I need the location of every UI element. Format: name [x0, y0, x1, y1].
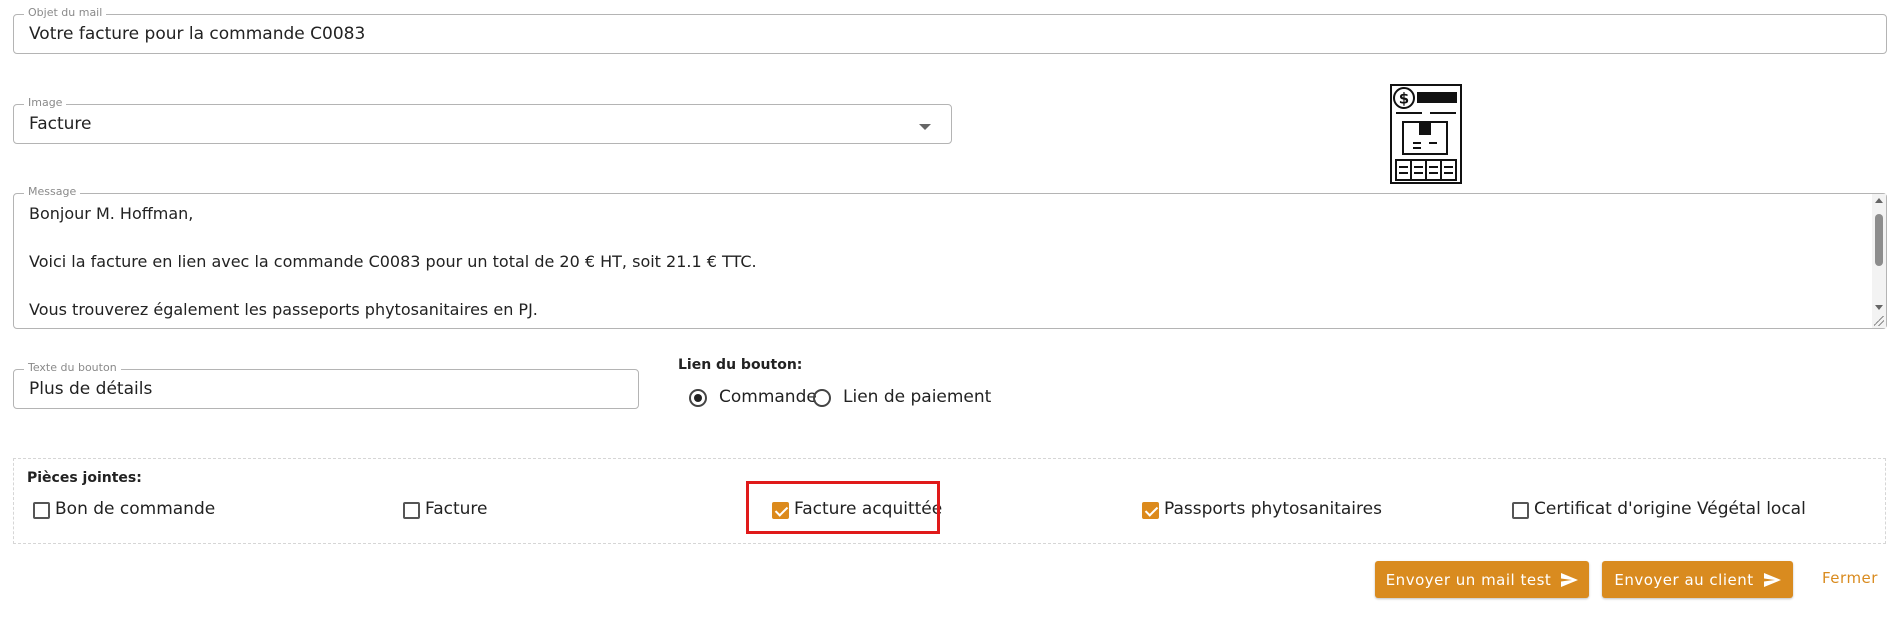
resize-handle-icon[interactable] — [1874, 316, 1884, 326]
message-line-1: Bonjour M. Hoffman, — [29, 204, 194, 223]
checkbox-certificat-origine-label[interactable]: Certificat d'origine Végétal local — [1534, 499, 1806, 519]
checkbox-facture-label[interactable]: Facture — [425, 499, 488, 519]
highlight-box — [746, 481, 940, 534]
send-test-button[interactable]: Envoyer un mail test — [1375, 561, 1589, 598]
send-test-label: Envoyer un mail test — [1385, 570, 1552, 589]
message-line-3: Voici la facture en lien avec la command… — [29, 252, 757, 271]
checkbox-certificat-origine[interactable] — [1512, 502, 1529, 519]
scroll-up-icon[interactable] — [1875, 198, 1883, 203]
radio-lien-paiement[interactable] — [813, 389, 831, 407]
message-label: Message — [24, 185, 81, 199]
send-icon — [1561, 572, 1579, 587]
image-value: Facture — [29, 114, 92, 134]
svg-text:$: $ — [1399, 90, 1409, 108]
radio-commande-label[interactable]: Commande — [719, 387, 817, 407]
checkbox-facture[interactable] — [403, 502, 420, 519]
chevron-down-icon — [919, 124, 931, 130]
checkbox-passports-phytosanitaires-label[interactable]: Passports phytosanitaires — [1164, 499, 1382, 519]
send-client-button[interactable]: Envoyer au client — [1602, 561, 1793, 598]
image-select[interactable]: Image Facture — [13, 96, 952, 144]
send-client-label: Envoyer au client — [1614, 570, 1754, 589]
subject-value: Votre facture pour la commande C0083 — [29, 24, 366, 44]
radio-lien-paiement-label[interactable]: Lien de paiement — [843, 387, 991, 407]
scroll-down-icon[interactable] — [1875, 305, 1883, 310]
message-textarea[interactable]: Message Bonjour M. Hoffman, Voici la fac… — [13, 185, 1887, 329]
button-text-label: Texte du bouton — [24, 361, 121, 375]
subject-field[interactable]: Objet du mail Votre facture pour la comm… — [13, 6, 1887, 54]
checkbox-bon-de-commande[interactable] — [33, 502, 50, 519]
button-text-value: Plus de détails — [29, 379, 153, 399]
image-label: Image — [24, 96, 67, 110]
scroll-thumb[interactable] — [1875, 214, 1883, 266]
invoice-icon: $ — [1390, 84, 1462, 184]
checkbox-bon-de-commande-label[interactable]: Bon de commande — [55, 499, 215, 519]
radio-commande[interactable] — [689, 389, 707, 407]
checkbox-passports-phytosanitaires[interactable] — [1142, 502, 1159, 519]
subject-label: Objet du mail — [24, 6, 107, 20]
close-button[interactable]: Fermer — [1822, 569, 1878, 587]
message-scrollbar[interactable] — [1872, 194, 1886, 328]
button-text-field[interactable]: Texte du bouton Plus de détails — [13, 361, 639, 409]
send-icon — [1763, 572, 1781, 587]
attachments-label: Pièces jointes: — [27, 470, 142, 486]
button-link-label: Lien du bouton: — [678, 357, 803, 373]
message-line-5: Vous trouverez également les passeports … — [29, 300, 538, 319]
